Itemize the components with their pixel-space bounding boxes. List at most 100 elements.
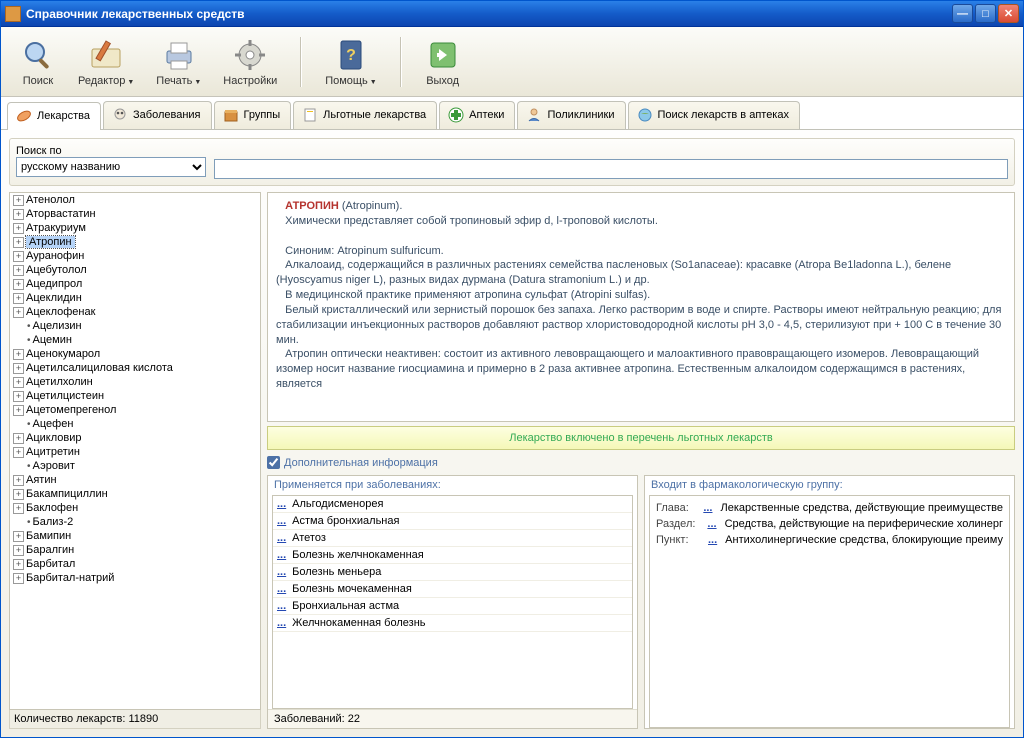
drug-description[interactable]: АТРОПИН (Atropinum). Химически представл… [267, 192, 1015, 422]
tree-item[interactable]: +Бакампициллин [10, 487, 260, 501]
expand-icon[interactable]: + [13, 391, 24, 402]
tree-item[interactable]: +Ацеклидин [10, 291, 260, 305]
preferential-banner: Лекарство включено в перечень льготных л… [267, 426, 1015, 450]
disease-list[interactable]: ...Альгодисменорея...Астма бронхиальная.… [273, 496, 632, 708]
tree-item[interactable]: +Ацикловир [10, 431, 260, 445]
disease-row[interactable]: ...Атетоз [273, 530, 632, 547]
tree-item[interactable]: +Ацетилцистеин [10, 389, 260, 403]
disease-link[interactable]: ... [277, 617, 286, 629]
search-input[interactable] [214, 159, 1008, 179]
expand-icon[interactable]: + [13, 209, 24, 220]
tree-item[interactable]: +Ацетомепрегенол [10, 403, 260, 417]
expand-icon[interactable]: + [13, 433, 24, 444]
disease-link[interactable]: ... [277, 549, 286, 561]
tree-item[interactable]: +Ацедипрол [10, 277, 260, 291]
disease-row[interactable]: ...Альгодисменорея [273, 496, 632, 513]
print-button[interactable]: Печать▼ [145, 32, 212, 92]
expand-icon[interactable]: + [13, 405, 24, 416]
expand-icon[interactable]: + [13, 293, 24, 304]
disease-link[interactable]: ... [277, 515, 286, 527]
disease-row[interactable]: ...Болезнь меньера [273, 564, 632, 581]
expand-icon[interactable]: + [13, 559, 24, 570]
tree-item[interactable]: +Ацитретин [10, 445, 260, 459]
expand-icon[interactable]: + [13, 195, 24, 206]
expand-icon[interactable]: + [13, 447, 24, 458]
exit-button[interactable]: Выход [414, 32, 472, 92]
tree-item[interactable]: +Атропин [10, 235, 260, 249]
tree-item[interactable]: +Атенолол [10, 193, 260, 207]
tree-item[interactable]: +Аторвастатин [10, 207, 260, 221]
tree-item[interactable]: +Бамипин [10, 529, 260, 543]
expand-icon[interactable]: + [13, 251, 24, 262]
tree-item[interactable]: +Ацетилсалициловая кислота [10, 361, 260, 375]
disease-link[interactable]: ... [277, 498, 286, 510]
tree-item[interactable]: +Ацетилхолин [10, 375, 260, 389]
tree-item[interactable]: •Бализ-2 [10, 515, 260, 529]
tab-clinics[interactable]: Поликлиники [517, 101, 625, 129]
tree-bullet-icon: • [27, 461, 31, 472]
tab-pharmacies[interactable]: Аптеки [439, 101, 515, 129]
tree-item[interactable]: +Аятин [10, 473, 260, 487]
search-type-select[interactable]: русскому названию [16, 157, 206, 177]
expand-icon[interactable]: + [13, 377, 24, 388]
tree-item[interactable]: •Аэровит [10, 459, 260, 473]
search-button[interactable]: Поиск [9, 32, 67, 92]
disease-link[interactable]: ... [277, 583, 286, 595]
help-button[interactable]: ? Помощь▼ [314, 32, 387, 92]
expand-icon[interactable]: + [13, 531, 24, 542]
expand-icon[interactable]: + [13, 307, 24, 318]
expand-icon[interactable]: + [13, 223, 24, 234]
tree-item[interactable]: +Ауранофин [10, 249, 260, 263]
expand-icon[interactable]: + [13, 363, 24, 374]
additional-info-checkbox[interactable] [267, 456, 280, 469]
tree-item[interactable]: •Ацелизин [10, 319, 260, 333]
search-icon [20, 37, 56, 73]
drug-tree[interactable]: +Атенолол+Аторвастатин+Атракуриум+Атропи… [9, 192, 261, 710]
expand-icon[interactable]: + [13, 573, 24, 584]
disease-link[interactable]: ... [277, 532, 286, 544]
disease-row[interactable]: ...Бронхиальная астма [273, 598, 632, 615]
pharma-link[interactable]: ... [708, 534, 717, 546]
expand-icon[interactable]: + [13, 475, 24, 486]
maximize-button[interactable]: □ [975, 4, 996, 23]
expand-icon[interactable]: + [13, 237, 24, 248]
disease-row[interactable]: ...Болезнь мочекаменная [273, 581, 632, 598]
editor-button[interactable]: Редактор▼ [67, 32, 145, 92]
tree-item[interactable]: +Барбитал-натрий [10, 571, 260, 585]
settings-button[interactable]: Настройки [212, 32, 288, 92]
pharma-row-value: Лекарственные средства, действующие преи… [720, 502, 1003, 514]
tab-pharmacy-search[interactable]: Поиск лекарств в аптеках [628, 101, 800, 129]
expand-icon[interactable]: + [13, 265, 24, 276]
tree-item[interactable]: •Ацефен [10, 417, 260, 431]
tree-item[interactable]: +Ацеклофенак [10, 305, 260, 319]
expand-icon[interactable]: + [13, 349, 24, 360]
disease-row[interactable]: ...Астма бронхиальная [273, 513, 632, 530]
tree-item[interactable]: +Атракуриум [10, 221, 260, 235]
tab-groups[interactable]: Группы [214, 101, 292, 129]
pharma-group-body[interactable]: Глава:...Лекарственные средства, действу… [650, 496, 1009, 727]
minimize-button[interactable]: — [952, 4, 973, 23]
tree-item[interactable]: •Ацемин [10, 333, 260, 347]
additional-info-row[interactable]: Дополнительная информация [267, 454, 1015, 471]
pharma-row-label: Раздел: [656, 518, 699, 530]
close-button[interactable]: ✕ [998, 4, 1019, 23]
pharma-link[interactable]: ... [707, 518, 716, 530]
tree-item[interactable]: +Барбитал [10, 557, 260, 571]
disease-row[interactable]: ...Желчнокаменная болезнь [273, 615, 632, 632]
tree-item[interactable]: +Ацебутолол [10, 263, 260, 277]
tab-diseases[interactable]: Заболевания [103, 101, 212, 129]
expand-icon[interactable]: + [13, 503, 24, 514]
tree-item[interactable]: +Баклофен [10, 501, 260, 515]
tree-item[interactable]: +Аценокумарол [10, 347, 260, 361]
disease-link[interactable]: ... [277, 566, 286, 578]
pharma-link[interactable]: ... [703, 502, 712, 514]
expand-icon[interactable]: + [13, 545, 24, 556]
tree-column: +Атенолол+Аторвастатин+Атракуриум+Атропи… [9, 192, 261, 729]
disease-row[interactable]: ...Болезнь желчнокаменная [273, 547, 632, 564]
expand-icon[interactable]: + [13, 489, 24, 500]
tab-drugs[interactable]: Лекарства [7, 102, 101, 130]
expand-icon[interactable]: + [13, 279, 24, 290]
tree-item[interactable]: +Баралгин [10, 543, 260, 557]
tab-preferential[interactable]: Льготные лекарства [293, 101, 437, 129]
disease-link[interactable]: ... [277, 600, 286, 612]
